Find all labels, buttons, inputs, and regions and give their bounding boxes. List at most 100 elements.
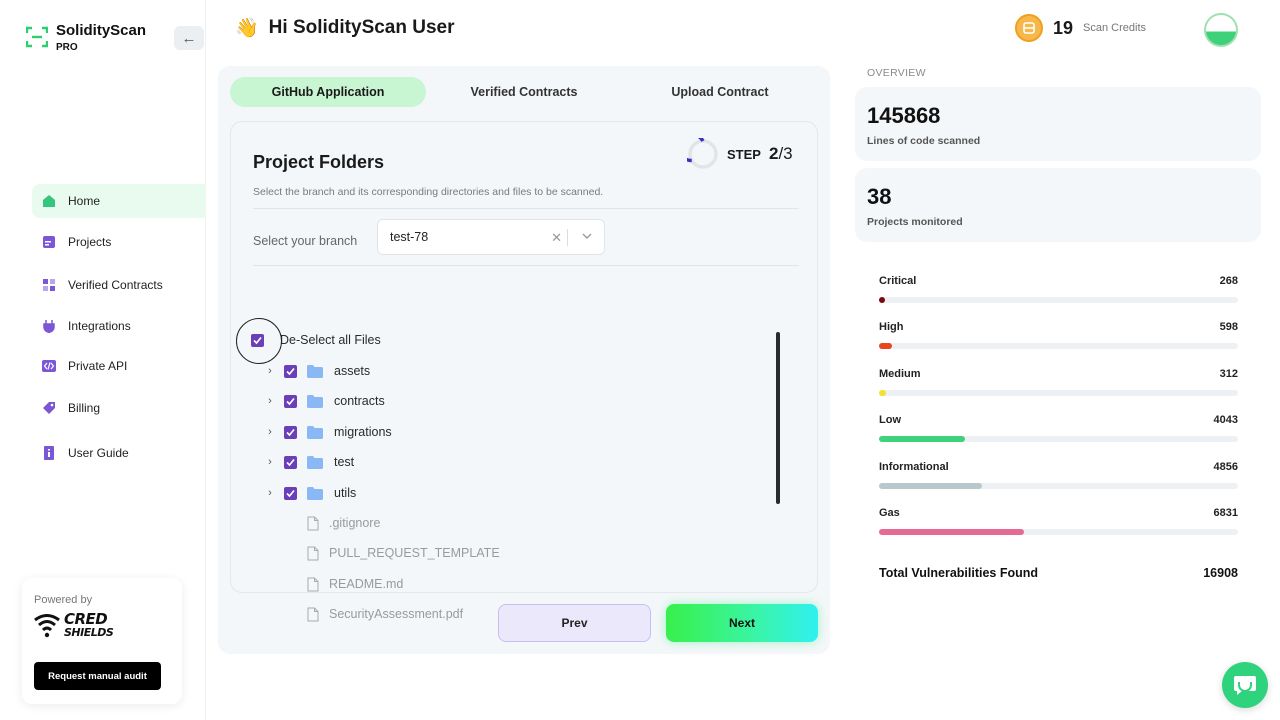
credshields-logo: CRED SHIELDS — [34, 610, 114, 639]
folder-checkbox[interactable] — [284, 364, 297, 378]
wifi-shield-icon — [34, 613, 60, 637]
file-row[interactable]: SecurityAssessment.pdf — [307, 604, 463, 624]
brand[interactable]: SolidityScan PRO — [26, 22, 146, 54]
folder-icon — [307, 394, 323, 408]
chevron-right-icon[interactable]: › — [264, 487, 276, 499]
folder-name: migrations — [334, 425, 392, 439]
folder-checkbox[interactable] — [284, 455, 297, 469]
folder-checkbox[interactable] — [284, 394, 297, 408]
file-name: README.md — [329, 577, 404, 591]
tab-github-application[interactable]: GitHub Application — [230, 77, 426, 107]
plug-icon — [43, 320, 55, 333]
folder-name: assets — [334, 364, 371, 378]
folder-row[interactable]: › contracts — [264, 391, 385, 411]
wave-emoji: 👋 — [235, 18, 259, 39]
severity-fill — [879, 529, 1025, 535]
sidebar-item-label: Integrations — [68, 319, 131, 333]
scan-credits[interactable]: 19 Scan Credits — [1015, 14, 1146, 42]
avatar[interactable] — [1204, 13, 1238, 47]
severity-fill — [879, 436, 966, 442]
severity-track — [879, 436, 1238, 442]
folder-name: utils — [334, 486, 357, 500]
project-folders-card: Project Folders STEP 2/3 Select the bran… — [230, 121, 818, 621]
folder-row[interactable]: › utils — [264, 483, 356, 503]
check-icon — [286, 458, 295, 466]
projects-monitored-value: 38 — [867, 184, 892, 209]
check-icon — [286, 397, 295, 405]
severity-count: 4856 — [1213, 461, 1238, 473]
partner-line-2: SHIELDS — [64, 626, 114, 639]
severity-name: High — [879, 321, 904, 333]
sidebar-item-integrations[interactable]: Integrations — [32, 309, 206, 343]
severity-name: Medium — [879, 368, 921, 380]
home-icon — [43, 195, 55, 207]
sidebar-item-label: User Guide — [68, 446, 129, 460]
check-icon — [286, 367, 295, 375]
severity-name: Critical — [879, 275, 917, 287]
severity-track — [879, 343, 1238, 349]
severity-track — [879, 483, 1238, 489]
lines-scanned-value: 145868 — [867, 103, 941, 128]
chevron-right-icon[interactable]: › — [264, 395, 276, 407]
severity-track — [879, 390, 1238, 396]
credits-label: Scan Credits — [1083, 22, 1147, 34]
chevron-right-icon[interactable]: › — [264, 365, 276, 377]
severity-track — [879, 529, 1238, 535]
sidebar-item-projects[interactable]: Projects — [32, 225, 206, 259]
severity-track — [879, 297, 1238, 303]
collapse-sidebar-button[interactable]: ← — [174, 26, 204, 50]
powered-by-card: Powered by CRED SHIELDS Request manual a… — [22, 578, 182, 704]
partner-line-1: CRED — [64, 610, 108, 628]
folder-icon — [307, 425, 323, 439]
tab-verified-contracts[interactable]: Verified Contracts — [426, 77, 622, 107]
file-name: PULL_REQUEST_TEMPLATE — [329, 546, 500, 560]
folder-icon — [307, 455, 323, 469]
sidebar-item-label: Projects — [68, 235, 112, 249]
severity-name: Gas — [879, 507, 900, 519]
prev-button[interactable]: Prev — [498, 604, 651, 642]
app-name: SolidityScan — [56, 22, 147, 39]
severity-name: Low — [879, 414, 901, 426]
sidebar-item-private-api[interactable]: Private API — [32, 349, 206, 383]
folder-name: contracts — [334, 394, 385, 408]
folder-checkbox[interactable] — [284, 486, 297, 500]
check-icon — [286, 489, 295, 497]
sidebar-item-billing[interactable]: Billing — [32, 391, 206, 425]
chevron-right-icon[interactable]: › — [264, 426, 276, 438]
folder-row[interactable]: › test — [264, 452, 354, 472]
scrollbar-thumb[interactable] — [776, 332, 780, 504]
folder-row[interactable]: › migrations — [264, 422, 392, 442]
folder-icon — [307, 364, 323, 378]
file-row[interactable]: .gitignore — [307, 513, 380, 533]
chat-button[interactable] — [1222, 662, 1268, 708]
scan-panel: GitHub Application Verified Contracts Up… — [218, 66, 830, 654]
severity-fill — [879, 343, 892, 349]
file-row[interactable]: README.md — [307, 574, 403, 594]
sidebar-item-user-guide[interactable]: User Guide — [32, 436, 206, 470]
sidebar-item-home[interactable]: Home — [32, 184, 206, 218]
chevron-right-icon[interactable]: › — [264, 456, 276, 468]
projects-monitored-card: 38 Projects monitored — [855, 168, 1261, 242]
check-icon — [286, 428, 295, 436]
request-audit-button[interactable]: Request manual audit — [34, 662, 161, 690]
file-row[interactable]: PULL_REQUEST_TEMPLATE — [307, 543, 500, 563]
overview-label: OVERVIEW — [867, 67, 926, 79]
greeting-text: Hi SolidityScan User — [268, 17, 455, 38]
folder-row[interactable]: › assets — [264, 361, 370, 381]
folder-name: test — [334, 455, 355, 469]
tab-upload-contract[interactable]: Upload Contract — [622, 77, 818, 107]
file-icon — [307, 546, 319, 560]
arrow-left-icon: ← — [181, 29, 197, 47]
file-name: SecurityAssessment.pdf — [329, 607, 464, 621]
folder-checkbox[interactable] — [284, 425, 297, 439]
sidebar: SolidityScan PRO ← Home Projects Verifie… — [0, 0, 206, 720]
projects-monitored-label: Projects monitored — [867, 216, 963, 228]
click-indicator — [236, 318, 282, 364]
code-icon — [42, 360, 56, 372]
projects-icon — [43, 236, 55, 248]
total-label: Total Vulnerabilities Found — [879, 566, 1039, 580]
next-button[interactable]: Next — [666, 604, 818, 642]
severity-fill — [879, 483, 983, 489]
sidebar-item-verified-contracts[interactable]: Verified Contracts — [32, 268, 206, 302]
sidebar-item-label: Verified Contracts — [68, 278, 163, 292]
